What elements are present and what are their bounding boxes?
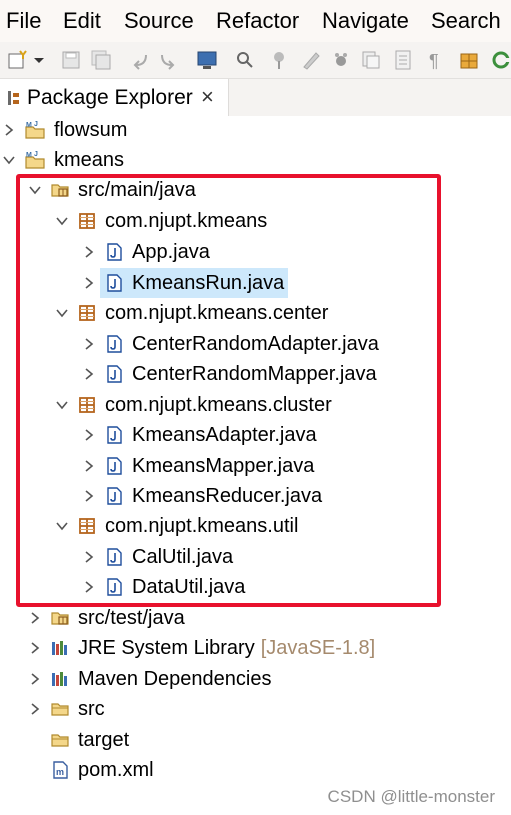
chevron-right-icon[interactable]: [28, 641, 42, 655]
terminal-icon[interactable]: [196, 49, 218, 71]
tree-item-target-folder[interactable]: target: [50, 725, 131, 755]
source-folder-icon: [50, 608, 70, 628]
pilcrow-icon[interactable]: ¶: [424, 49, 446, 71]
back-icon[interactable]: [128, 49, 150, 71]
package-explorer-tab[interactable]: Package Explorer ×: [0, 79, 228, 116]
forward-icon[interactable]: [158, 49, 180, 71]
folder-icon: [50, 730, 70, 750]
tree-item-label: flowsum: [54, 119, 128, 141]
highlight-box: [16, 174, 441, 607]
tree-item-label: JRE System Library: [78, 637, 255, 659]
menu-bar: File Edit Source Refactor Navigate Searc…: [0, 0, 511, 42]
library-icon: [50, 669, 70, 689]
tree-item-label: Maven Dependencies: [78, 668, 272, 690]
document-icon[interactable]: [392, 49, 414, 71]
maven-project-icon: [24, 150, 46, 170]
tree-item-label: target: [78, 729, 130, 751]
dropdown-icon[interactable]: [32, 49, 46, 71]
xml-file-icon: [50, 760, 70, 780]
save-all-icon[interactable]: [90, 49, 112, 71]
folder-icon: [50, 699, 70, 719]
tree-item-src-folder[interactable]: src: [28, 694, 107, 724]
menu-navigate[interactable]: Navigate: [322, 8, 409, 34]
svg-text:¶: ¶: [429, 51, 439, 71]
tree-item-jre-library[interactable]: JRE System Library [JavaSE-1.8]: [28, 633, 375, 663]
view-title: Package Explorer: [27, 86, 193, 109]
watermark: CSDN @little-monster: [327, 787, 495, 806]
chevron-down-icon[interactable]: [2, 153, 16, 167]
tree-item-project-kmeans[interactable]: kmeans: [2, 145, 126, 175]
tree-item-project-flowsum[interactable]: flowsum: [2, 115, 129, 145]
menu-file[interactable]: File: [6, 8, 41, 34]
jre-version-decoration: [JavaSE-1.8]: [260, 636, 376, 659]
view-toolbar-area: [228, 79, 511, 116]
pin-icon[interactable]: [268, 49, 290, 71]
menu-source[interactable]: Source: [124, 8, 194, 34]
package-explorer-icon: [8, 91, 19, 105]
tree-item-pom-xml[interactable]: pom.xml: [50, 755, 156, 785]
menu-search[interactable]: Search: [431, 8, 501, 34]
save-icon[interactable]: [60, 49, 82, 71]
library-icon: [50, 638, 70, 658]
maven-project-icon: [24, 120, 46, 140]
menu-edit[interactable]: Edit: [63, 8, 101, 34]
tree-item-label: pom.xml: [78, 759, 154, 781]
debug-icon[interactable]: [330, 49, 352, 71]
package-icon[interactable]: [458, 49, 480, 71]
search-icon[interactable]: [234, 49, 256, 71]
tree-item-label: kmeans: [54, 149, 125, 171]
tree-item-label: src: [78, 698, 105, 720]
tree-item-maven-dependencies[interactable]: Maven Dependencies: [28, 664, 273, 694]
chevron-right-icon[interactable]: [28, 702, 42, 716]
pen-icon[interactable]: [300, 49, 322, 71]
chevron-right-icon[interactable]: [2, 123, 16, 137]
copy-icon[interactable]: [360, 49, 382, 71]
chevron-right-icon[interactable]: [28, 672, 42, 686]
menu-refactor[interactable]: Refactor: [216, 8, 299, 34]
new-wizard-icon[interactable]: [6, 49, 28, 71]
chevron-right-icon[interactable]: [28, 611, 42, 625]
tree-item-label: src/test/java: [78, 607, 185, 629]
refresh-icon[interactable]: [490, 49, 511, 71]
tree-item-src-test-java[interactable]: src/test/java: [28, 603, 187, 633]
close-icon[interactable]: ×: [201, 84, 214, 110]
